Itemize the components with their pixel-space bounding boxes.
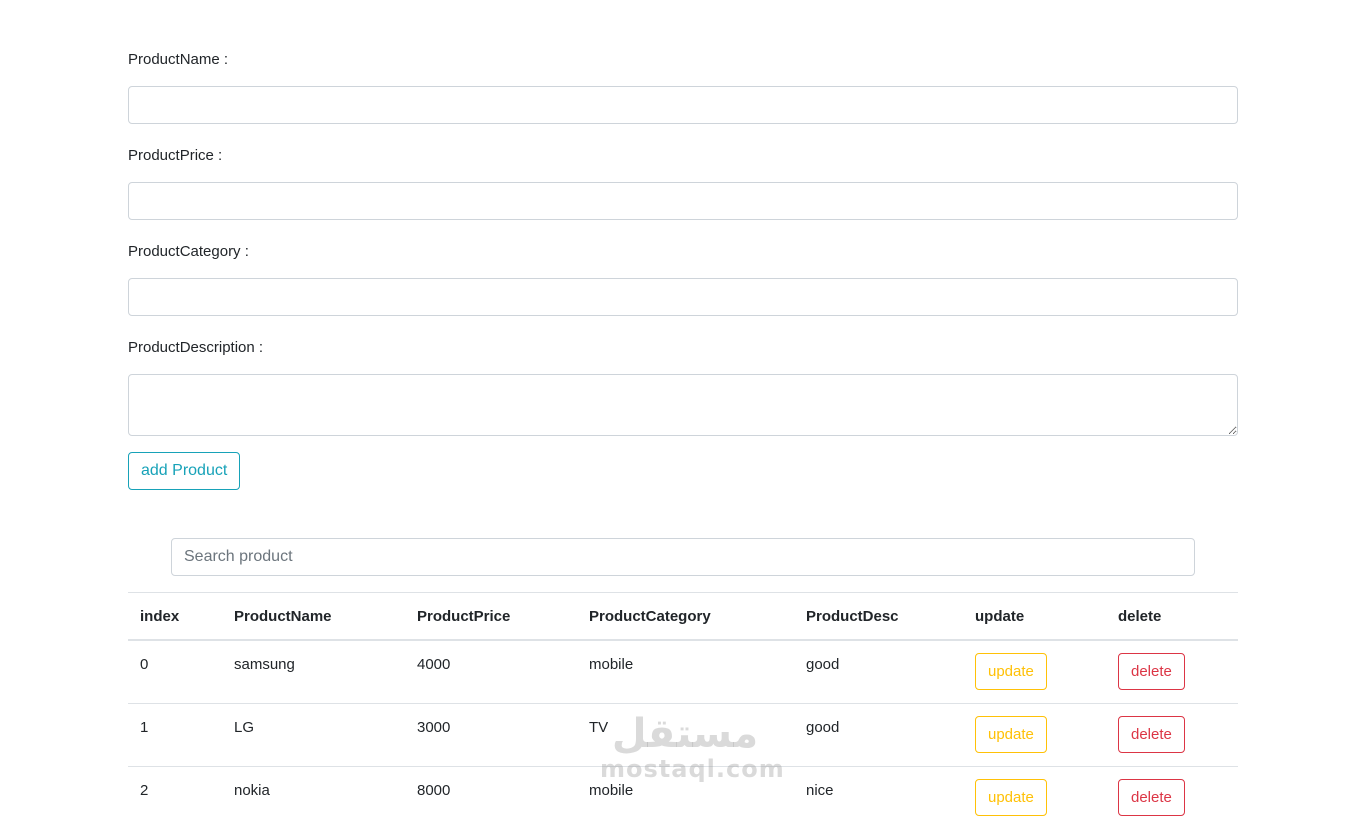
cell-delete: delete [1106, 767, 1238, 829]
cell-index-text: 1 [140, 704, 210, 736]
product-category-group: ProductCategory : [128, 242, 1238, 316]
cell-price-text: 4000 [417, 641, 565, 673]
product-name-group: ProductName : [128, 50, 1238, 124]
cell-index: 2 [128, 767, 222, 829]
cell-update: update [963, 767, 1106, 829]
delete-button[interactable]: delete [1118, 716, 1185, 753]
update-button[interactable]: update [975, 653, 1047, 690]
search-input[interactable] [171, 538, 1195, 576]
cell-name-text: samsung [234, 641, 393, 673]
cell-index: 0 [128, 640, 222, 704]
cell-update: update [963, 704, 1106, 767]
cell-name-text: LG [234, 704, 393, 736]
cell-price-text: 3000 [417, 704, 565, 736]
cell-price-text: 8000 [417, 767, 565, 799]
product-price-label: ProductPrice : [128, 146, 1238, 166]
product-description-label: ProductDescription : [128, 338, 1238, 358]
product-category-input[interactable] [128, 278, 1238, 316]
cell-index-text: 2 [140, 767, 210, 799]
search-wrapper [128, 538, 1238, 576]
header-index: index [128, 593, 222, 641]
cell-desc-text: good [806, 704, 951, 736]
cell-delete: delete [1106, 704, 1238, 767]
cell-update: update [963, 640, 1106, 704]
cell-desc: good [794, 640, 963, 704]
update-button[interactable]: update [975, 716, 1047, 753]
cell-name: nokia [222, 767, 405, 829]
cell-desc-text: nice [806, 767, 951, 799]
cell-desc: good [794, 704, 963, 767]
header-product-name: ProductName [222, 593, 405, 641]
header-product-price: ProductPrice [405, 593, 577, 641]
products-table: index ProductName ProductPrice ProductCa… [128, 592, 1238, 829]
cell-name-text: nokia [234, 767, 393, 799]
cell-desc-text: good [806, 641, 951, 673]
delete-button[interactable]: delete [1118, 779, 1185, 816]
cell-price: 4000 [405, 640, 577, 704]
product-description-textarea[interactable] [128, 374, 1238, 436]
product-name-label: ProductName : [128, 50, 1238, 70]
table-row: 1 LG 3000 TV good update delete [128, 704, 1238, 767]
add-product-button[interactable]: add Product [128, 452, 240, 490]
header-update: update [963, 593, 1106, 641]
cell-index: 1 [128, 704, 222, 767]
cell-price: 3000 [405, 704, 577, 767]
cell-name: samsung [222, 640, 405, 704]
cell-category-text: mobile [589, 641, 782, 673]
cell-delete: delete [1106, 640, 1238, 704]
table-row: 2 nokia 8000 mobile nice update delete [128, 767, 1238, 829]
product-name-input[interactable] [128, 86, 1238, 124]
header-product-desc: ProductDesc [794, 593, 963, 641]
cell-name: LG [222, 704, 405, 767]
header-delete: delete [1106, 593, 1238, 641]
product-form-container: ProductName : ProductPrice : ProductCate… [128, 44, 1238, 829]
delete-button[interactable]: delete [1118, 653, 1185, 690]
cell-price: 8000 [405, 767, 577, 829]
cell-category-text: TV [589, 704, 782, 736]
cell-desc: nice [794, 767, 963, 829]
table-row: 0 samsung 4000 mobile good update delete [128, 640, 1238, 704]
header-product-category: ProductCategory [577, 593, 794, 641]
update-button[interactable]: update [975, 779, 1047, 816]
table-header-row: index ProductName ProductPrice ProductCa… [128, 593, 1238, 641]
cell-category: mobile [577, 767, 794, 829]
cell-category-text: mobile [589, 767, 782, 799]
product-description-group: ProductDescription : [128, 338, 1238, 436]
product-price-group: ProductPrice : [128, 146, 1238, 220]
cell-category: TV [577, 704, 794, 767]
product-price-input[interactable] [128, 182, 1238, 220]
cell-index-text: 0 [140, 641, 210, 673]
cell-category: mobile [577, 640, 794, 704]
product-category-label: ProductCategory : [128, 242, 1238, 262]
